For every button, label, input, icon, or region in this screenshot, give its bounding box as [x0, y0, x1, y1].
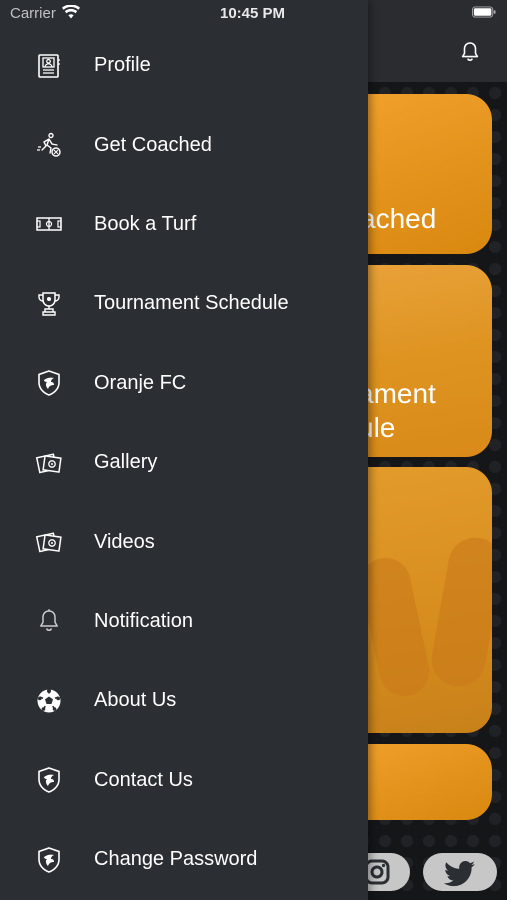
menu-label: Change Password: [94, 848, 258, 871]
menu-label: Contact Us: [94, 768, 193, 791]
menu-item-profile[interactable]: Profile: [0, 26, 368, 105]
club-shield-icon: [34, 368, 64, 398]
menu-item-about-us[interactable]: About Us: [0, 661, 368, 740]
club-shield-icon: [34, 845, 64, 875]
menu-item-tournament-schedule[interactable]: Tournament Schedule: [0, 264, 368, 343]
menu-label: Book a Turf: [94, 212, 197, 235]
menu-item-change-password[interactable]: Change Password: [0, 820, 368, 899]
menu-label: Tournament Schedule: [94, 292, 289, 315]
status-bar: Carrier 10:45 PM: [0, 0, 507, 30]
menu-label: Oranje FC: [94, 371, 187, 394]
menu-item-book-a-turf[interactable]: Book a Turf: [0, 185, 368, 264]
menu-label: About Us: [94, 689, 177, 712]
twitter-icon: [443, 861, 475, 887]
turf-field-icon: [34, 209, 64, 239]
menu-item-contact-us[interactable]: Contact Us: [0, 741, 368, 820]
soccer-ball-icon: [34, 686, 64, 716]
profile-card-icon: [34, 51, 64, 81]
clock: 10:45 PM: [220, 5, 286, 22]
bell-icon: [34, 606, 64, 636]
card-title: ached: [360, 203, 437, 234]
menu-item-get-coached[interactable]: Get Coached: [0, 105, 368, 184]
menu-label: Notification: [94, 609, 193, 632]
menu-item-gallery[interactable]: Gallery: [0, 423, 368, 502]
navigation-drawer: Profile Get Coached Book a Turf Tourname…: [0, 0, 368, 900]
battery-icon: [472, 6, 496, 18]
menu-label: Profile: [94, 54, 151, 77]
bell-icon[interactable]: [458, 40, 482, 64]
club-shield-icon: [34, 765, 64, 795]
menu-label: Videos: [94, 530, 155, 553]
photos-icon: [34, 527, 64, 557]
menu-label: Get Coached: [94, 133, 212, 156]
menu-item-oranje-fc[interactable]: Oranje FC: [0, 344, 368, 423]
trophy-icon: [34, 289, 64, 319]
shoe-image: [427, 533, 492, 691]
card-title-line-1: ament: [358, 378, 436, 409]
carrier-label: Carrier: [10, 5, 56, 22]
twitter-button[interactable]: [423, 853, 497, 891]
photos-icon: [34, 448, 64, 478]
drawer-menu: Profile Get Coached Book a Turf Tourname…: [0, 26, 368, 899]
wifi-icon: [62, 5, 80, 19]
menu-label: Gallery: [94, 451, 158, 474]
menu-item-notification[interactable]: Notification: [0, 582, 368, 661]
menu-item-videos[interactable]: Videos: [0, 502, 368, 581]
coach-player-icon: [34, 130, 64, 160]
